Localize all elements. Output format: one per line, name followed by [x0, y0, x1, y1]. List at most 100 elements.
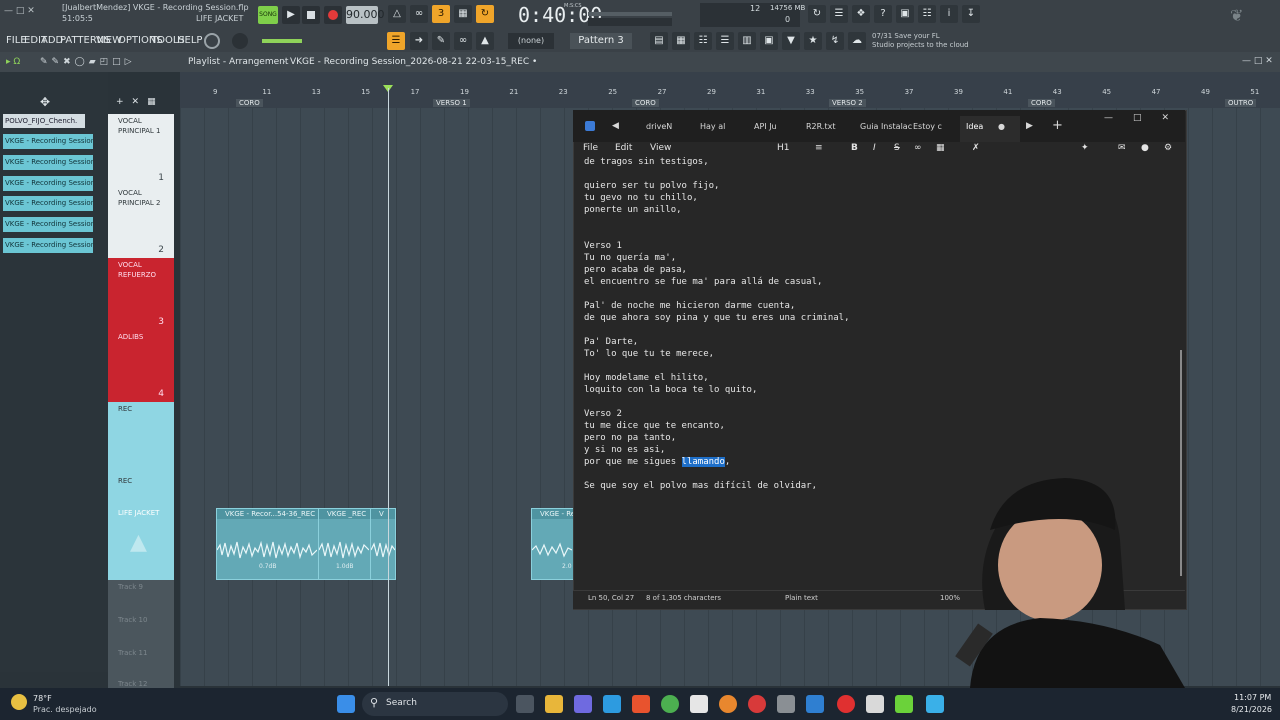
marker-coro-2[interactable]: CORO	[632, 99, 659, 107]
audio-clip[interactable]: VKGE - Re 2.0	[531, 508, 575, 580]
snap-icon[interactable]: ☰	[387, 32, 405, 50]
marker-verso-1[interactable]: VERSO 1	[433, 99, 470, 107]
master-volume-slider[interactable]	[588, 12, 672, 16]
heading-dropdown[interactable]: H1	[777, 143, 790, 153]
megaphone-icon[interactable]: ✉	[1118, 143, 1126, 153]
mixer-channels-icon[interactable]: ☷	[918, 5, 936, 23]
browser-item[interactable]: VKGE - Recording Session	[3, 134, 93, 149]
cpu-knob-icon[interactable]	[204, 33, 220, 49]
audio-clip[interactable]: V	[370, 508, 396, 580]
marker-coro-1[interactable]: CORO	[236, 99, 263, 107]
weather-condition[interactable]: Prac. despejado	[33, 705, 97, 714]
timeline-ruler[interactable]	[180, 72, 1280, 108]
tab-hay-al[interactable]: Hay al	[700, 122, 725, 131]
channel-rack-icon[interactable]: ▦	[672, 32, 690, 50]
copilot-icon[interactable]: ✦	[1081, 143, 1089, 153]
copilot-taskbar-icon[interactable]	[574, 695, 592, 713]
clear-format-icon[interactable]: ✗	[972, 143, 980, 153]
tab-estoy[interactable]: Estoy c	[913, 122, 942, 131]
scroll-tabs-left-icon[interactable]: ◀	[612, 121, 619, 131]
app2-icon[interactable]	[806, 695, 824, 713]
link-icon[interactable]: ∞	[454, 32, 472, 50]
bold-icon[interactable]: B	[851, 143, 858, 153]
metronome-icon[interactable]: △	[388, 5, 406, 23]
italic-icon[interactable]: I	[873, 143, 876, 153]
fl-studio-active-icon[interactable]	[895, 695, 913, 713]
stamp-icon[interactable]: ▲	[476, 32, 494, 50]
link-icon[interactable]: ∞	[914, 143, 922, 153]
browser-project-item[interactable]: POLVO_FIJO_Chench.	[3, 114, 85, 128]
track-header-rec-2[interactable]: REC	[108, 474, 174, 506]
track-header-life-jacket[interactable]: LIFE JACKET ▲	[108, 506, 174, 580]
cloud-icon[interactable]: ☁	[848, 32, 866, 50]
tempo-field[interactable]: 90.000	[346, 6, 385, 24]
tab-modified-dot-icon[interactable]: ●	[998, 122, 1005, 131]
marker-verso-2[interactable]: VERSO 2	[829, 99, 866, 107]
clock-date[interactable]: 8/21/2026	[1231, 705, 1272, 714]
playlist-icon[interactable]: ▤	[650, 32, 668, 50]
help-icon[interactable]: ?	[874, 5, 892, 23]
wait-input-icon[interactable]: ∞	[410, 5, 428, 23]
save-icon[interactable]: ▣	[896, 5, 914, 23]
new-tab-icon[interactable]: +	[1052, 118, 1063, 133]
opera-icon[interactable]	[748, 695, 766, 713]
piano-roll-icon[interactable]: ☷	[694, 32, 712, 50]
account-icon[interactable]: ●	[1141, 143, 1149, 153]
plugin-icon[interactable]: ❖	[852, 5, 870, 23]
browser-item[interactable]: VKGE - Recording Session	[3, 196, 93, 211]
app-icon[interactable]	[777, 695, 795, 713]
list-icon[interactable]: ≡	[815, 143, 823, 153]
tab-drive[interactable]: driveN	[646, 122, 672, 131]
taskbar-search[interactable]	[362, 692, 508, 716]
notepad-window-controls[interactable]: —□✕	[1104, 113, 1189, 123]
tab-guia-instalac[interactable]: Guia Instalac	[860, 122, 912, 131]
pattern-select[interactable]: (none)	[508, 33, 554, 49]
track-header-adlibs[interactable]: ADLIBS 4	[108, 330, 174, 402]
loop-record-icon[interactable]: ↻	[476, 5, 494, 23]
window-controls-playlist[interactable]: — □ ✕	[1242, 56, 1273, 66]
countdown-icon[interactable]: 3	[432, 5, 450, 23]
move-icon[interactable]: ✥	[40, 95, 50, 109]
file-explorer-icon[interactable]	[545, 695, 563, 713]
weather-sun-icon[interactable]	[11, 694, 27, 710]
notepad-taskbar-icon[interactable]	[926, 695, 944, 713]
track-header-track-12[interactable]: Track 12	[108, 679, 174, 688]
browser-item[interactable]: VKGE - Recording Session	[3, 176, 93, 191]
notepad-menu-view[interactable]: View	[650, 143, 671, 153]
mixer-view-icon[interactable]: ☰	[716, 32, 734, 50]
windows-start-icon[interactable]	[337, 695, 355, 713]
file-icon[interactable]	[866, 695, 884, 713]
master-volume-bar[interactable]	[262, 39, 302, 43]
arrow-right-icon[interactable]: ➜	[410, 32, 428, 50]
pattern-selector[interactable]: Pattern 3	[570, 33, 632, 49]
track-header-icons[interactable]: +✕▦	[116, 97, 164, 107]
pencil-icon[interactable]: ✎	[432, 32, 450, 50]
browser-item[interactable]: VKGE - Recording Session	[3, 155, 93, 170]
task-view-icon[interactable]	[516, 695, 534, 713]
browser-item[interactable]: VKGE - Recording Session	[3, 217, 93, 232]
track-header-track-11[interactable]: Track 11	[108, 646, 174, 679]
playlist-tools-icon[interactable]: ▸ Ω	[6, 57, 20, 67]
menu-help[interactable]: HELP	[177, 35, 202, 46]
download-icon[interactable]: ↧	[962, 5, 980, 23]
settings-gear-icon[interactable]: ⚙	[1164, 143, 1172, 153]
fl-studio-icon[interactable]	[719, 695, 737, 713]
weather-temperature[interactable]: 78°F	[33, 694, 52, 703]
plugin-database-icon[interactable]: ▣	[760, 32, 778, 50]
track-header-vocal-refuerzo[interactable]: VOCAL REFUERZO 3	[108, 258, 174, 330]
info-icon[interactable]: i	[940, 5, 958, 23]
file-format[interactable]: Plain text	[785, 594, 818, 602]
notepad-menu-file[interactable]: File	[583, 143, 598, 153]
window-controls[interactable]: — □ ✕	[4, 6, 54, 20]
edge-icon[interactable]	[603, 695, 621, 713]
track-header-vocal-principal-2[interactable]: VOCAL PRINCIPAL 2 2	[108, 186, 174, 258]
play-button[interactable]: ▶	[282, 6, 300, 24]
audio-clip[interactable]: VKGE _REC 1.0dB	[318, 508, 372, 580]
track-header-track-10[interactable]: Track 10	[108, 613, 174, 646]
mixer-icon[interactable]: ☰	[830, 5, 848, 23]
clock-time[interactable]: 11:07 PM	[1234, 693, 1271, 702]
touch-keyboard-icon[interactable]: ★	[804, 32, 822, 50]
plug-icon[interactable]: ▼	[782, 32, 800, 50]
playlist-session-name[interactable]: VKGE - Recording Session_2026-08-21 22-0…	[290, 57, 537, 67]
tab-api-ju[interactable]: API Ju	[754, 122, 777, 131]
